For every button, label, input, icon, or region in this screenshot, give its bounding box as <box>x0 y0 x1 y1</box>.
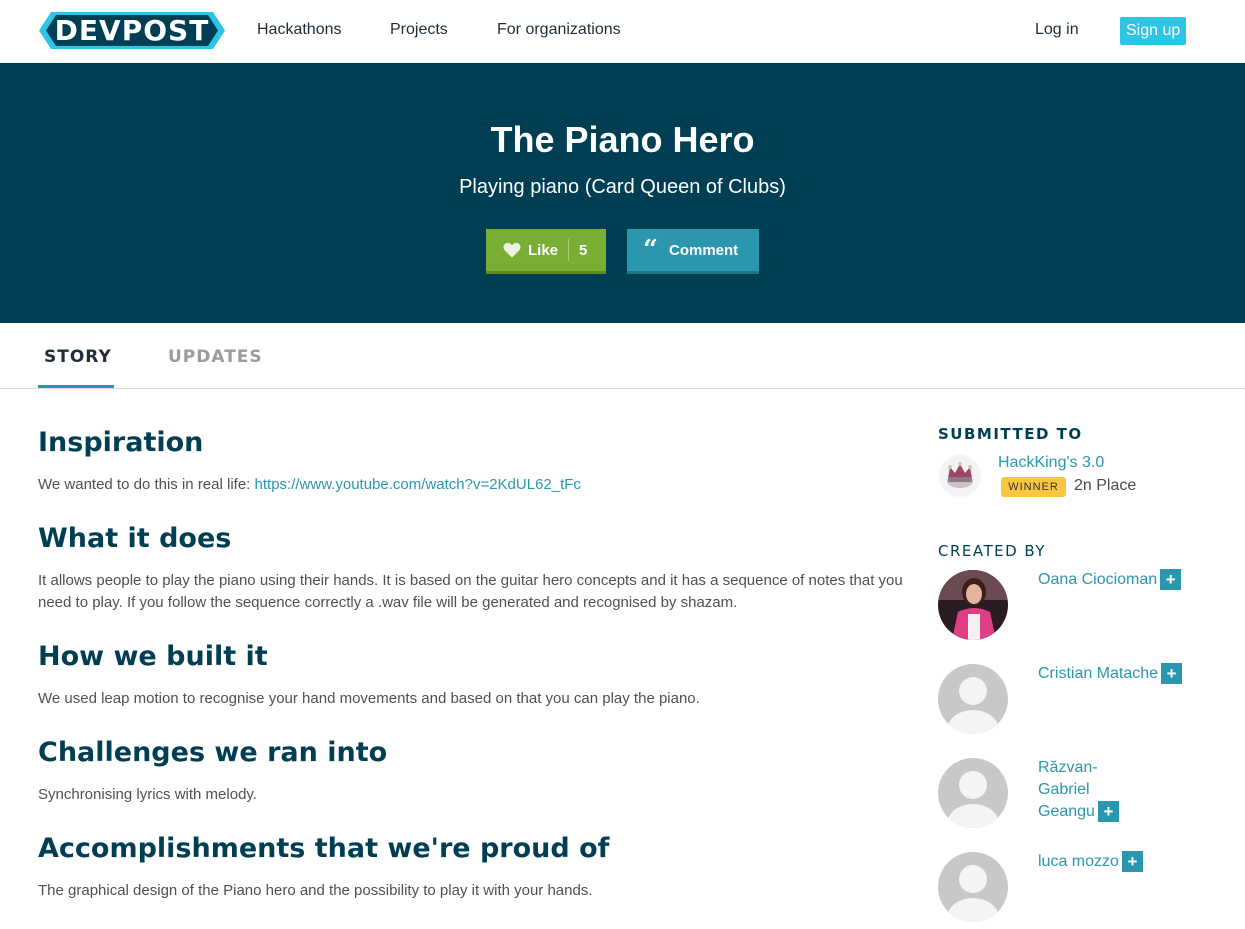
tab-updates[interactable]: UPDATES <box>168 347 263 367</box>
member-name[interactable]: luca mozzo <box>1038 853 1119 870</box>
member-name[interactable]: Cristian Matache <box>1038 665 1158 682</box>
default-user-icon <box>938 758 1008 828</box>
section-text-how-we-built-it: We used leap motion to recognise your ha… <box>38 690 700 707</box>
top-navigation: DEVPOST Hackathons Projects For organiza… <box>0 0 1245 63</box>
follow-plus-icon[interactable]: + <box>1160 569 1182 591</box>
nav-projects[interactable]: Projects <box>390 20 448 40</box>
avatar[interactable] <box>938 852 1008 922</box>
follow-plus-icon[interactable]: + <box>1121 851 1143 873</box>
like-divider <box>568 239 569 261</box>
project-title: The Piano Hero <box>490 119 755 160</box>
avatar[interactable] <box>938 570 1008 640</box>
project-tabs: STORY UPDATES <box>0 323 1245 389</box>
login-link[interactable]: Log in <box>1035 20 1079 40</box>
nav-for-organizations[interactable]: For organizations <box>497 20 621 40</box>
member-name[interactable]: Oana Ciocioman <box>1038 571 1157 588</box>
comment-button[interactable]: “ Comment <box>627 229 759 274</box>
member-photo <box>938 570 1008 640</box>
inspiration-text: We wanted to do this in real life: <box>38 476 255 493</box>
project-header: The Piano Hero Playing piano (Card Queen… <box>0 63 1245 323</box>
submitted-to-heading: SUBMITTED TO <box>938 425 1083 443</box>
tab-story[interactable]: STORY <box>44 347 112 367</box>
heart-icon <box>503 242 521 258</box>
hackathon-logo[interactable] <box>938 454 982 498</box>
youtube-link[interactable]: https://www.youtube.com/watch?v=2KdUL62_… <box>255 476 581 493</box>
hackathon-name[interactable]: HackKing's 3.0 <box>998 453 1104 473</box>
like-label: Like <box>528 242 559 259</box>
crown-icon <box>939 455 981 497</box>
avatar[interactable] <box>938 664 1008 734</box>
follow-plus-icon[interactable]: + <box>1097 801 1119 823</box>
section-heading-how-we-built-it: How we built it <box>38 641 268 672</box>
active-tab-indicator <box>38 385 114 388</box>
logo-text: DEVPOST <box>54 14 210 47</box>
created-by-heading: CREATED BY <box>938 542 1047 560</box>
nav-hackathons[interactable]: Hackathons <box>257 20 342 40</box>
project-tagline: Playing piano (Card Queen of Clubs) <box>459 176 786 198</box>
section-heading-inspiration: Inspiration <box>38 427 204 458</box>
member-razvan: Răzvan-Gabriel Geangu + <box>1038 757 1148 823</box>
like-button[interactable]: Like 5 <box>486 229 606 274</box>
signup-button[interactable]: Sign up <box>1120 17 1187 45</box>
section-text-accomplishments: The graphical design of the Piano hero a… <box>38 882 593 899</box>
member-name[interactable]: Răzvan-Gabriel Geangu <box>1038 759 1098 820</box>
member-oana: Oana Ciocioman + <box>1038 569 1198 591</box>
section-text-challenges: Synchronising lyrics with melody. <box>38 786 257 803</box>
section-heading-what-it-does: What it does <box>38 523 232 554</box>
section-text-what-it-does: It allows people to play the piano using… <box>38 572 903 611</box>
default-user-icon <box>938 664 1008 734</box>
follow-plus-icon[interactable]: + <box>1161 663 1183 685</box>
winner-badge: WINNER <box>1001 477 1066 497</box>
section-text-inspiration: We wanted to do this in real life: https… <box>38 474 908 496</box>
member-luca: luca mozzo + <box>1038 851 1198 873</box>
prize-place: 2n Place <box>1074 477 1137 494</box>
quote-icon: “ <box>643 235 658 265</box>
comment-label: Comment <box>669 242 739 259</box>
like-count: 5 <box>579 242 588 259</box>
avatar[interactable] <box>938 758 1008 828</box>
section-heading-accomplishments: Accomplishments that we're proud of <box>38 833 610 864</box>
devpost-logo[interactable]: DEVPOST <box>39 12 225 49</box>
member-cristian: Cristian Matache + <box>1038 663 1198 685</box>
default-user-icon <box>938 852 1008 922</box>
section-heading-challenges: Challenges we ran into <box>38 737 388 768</box>
